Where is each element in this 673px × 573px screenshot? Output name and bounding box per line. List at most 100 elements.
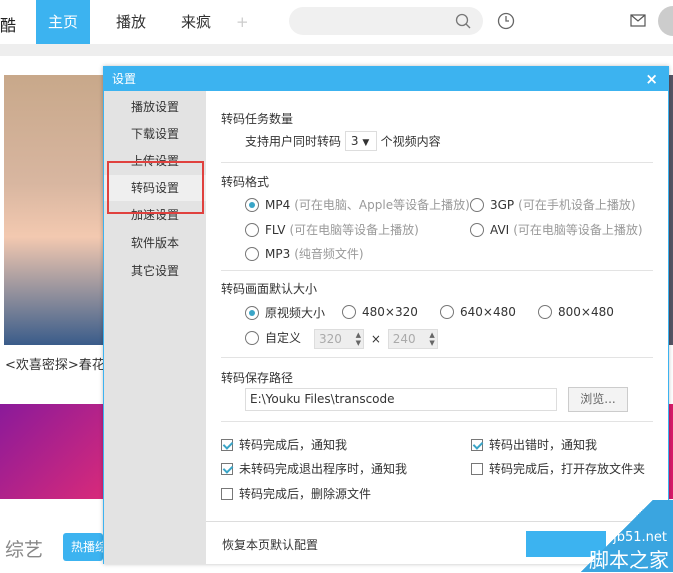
restore-defaults-button[interactable]: 恢复本页默认配置 [222,536,318,553]
option-label: MP3 [265,246,291,261]
divider [0,44,673,56]
close-icon[interactable]: × [645,67,658,91]
banner[interactable] [0,404,103,499]
option-note: (可在电脑等设备上播放) [289,223,419,237]
spinner-arrows-icon[interactable]: ▲ ▼ [429,331,434,347]
radio-icon[interactable] [245,305,259,320]
section-title: 综艺 [5,539,44,561]
task-suffix: 个视频内容 [380,134,441,149]
radio-icon[interactable] [470,222,484,237]
size-original[interactable]: 原视频大小 [245,304,325,321]
check-notify-done[interactable]: 转码完成后，通知我 [221,436,347,453]
dialog-titlebar[interactable]: 设置 [104,67,668,91]
radio-icon[interactable] [440,304,454,319]
add-tab-button[interactable]: + [224,0,261,44]
path-heading: 转码保存路径 [221,371,294,385]
task-heading: 转码任务数量 [221,112,294,126]
option-label: FLV [265,222,286,237]
check-open-folder[interactable]: 转码完成后，打开存放文件夹 [471,460,645,477]
settings-sidebar: 播放设置 下载设置 上传设置 转码设置 加速设置 软件版本 其它设置 [104,91,206,564]
radio-icon[interactable] [245,246,259,261]
option-note: (可在电脑等设备上播放) [513,223,643,237]
watermark-url: jb51.net [613,530,667,545]
search-icon[interactable] [455,13,471,29]
option-label: 480×320 [362,304,418,319]
search-input[interactable] [289,7,483,35]
format-avi[interactable]: AVI (可在电脑等设备上播放) [470,221,643,238]
size-640x480[interactable]: 640×480 [440,304,516,319]
video-poster[interactable] [4,75,104,345]
option-note: (纯音频文件) [294,247,364,261]
mail-icon[interactable] [630,14,646,27]
settings-dialog: 设置 × 播放设置 下载设置 上传设置 转码设置 加速设置 软件版本 其它设置 … [103,66,669,564]
check-notify-exit[interactable]: 未转码完成退出程序时，通知我 [221,460,407,477]
transcode-settings: 转码任务数量 支持用户同时转码 3 ▼ 个视频内容 转码格式 MP4 (可在电脑、… [206,91,668,564]
radio-icon[interactable] [470,197,484,212]
chevron-down-icon: ▼ [362,138,370,148]
history-icon[interactable] [497,12,515,30]
option-label: AVI [490,222,510,237]
radio-icon[interactable] [342,304,356,319]
spinner-arrows-icon[interactable]: ▲ ▼ [356,331,361,347]
custom-width-input[interactable]: 320 ▲ ▼ [314,329,364,349]
format-mp4[interactable]: MP4 (可在电脑、Apple等设备上播放) [245,196,470,213]
sidebar-item-download[interactable]: 下载设置 [104,121,206,147]
checkbox-label: 转码完成后，删除源文件 [239,487,372,501]
video-caption[interactable]: <欢喜密探>春花 [5,354,105,373]
option-label: 800×480 [558,304,614,319]
browse-button[interactable]: 浏览... [568,387,628,412]
sidebar-item-play[interactable]: 播放设置 [104,94,206,120]
check-delete-source[interactable]: 转码完成后，删除源文件 [221,485,371,502]
format-flv[interactable]: FLV (可在电脑等设备上播放) [245,221,419,238]
radio-icon[interactable] [245,330,259,345]
option-label: 自定义 [265,331,302,345]
option-label: 3GP [490,197,515,212]
sidebar-item-other[interactable]: 其它设置 [104,258,206,284]
format-mp3[interactable]: MP3 (纯音频文件) [245,245,364,262]
top-nav: 酷 主页 播放 来疯 + [0,0,673,44]
times-sign: × [370,332,381,346]
save-path-input[interactable]: E:\Youku Files\transcode [245,388,557,411]
checkbox[interactable] [221,438,233,451]
checkbox[interactable] [221,462,233,475]
radio-icon[interactable] [245,222,259,237]
format-heading: 转码格式 [221,175,270,189]
option-note: (可在电脑、Apple等设备上播放) [294,198,470,212]
divider [221,162,653,163]
task-count-select[interactable]: 3 ▼ [344,131,377,151]
divider [221,421,653,422]
size-480x320[interactable]: 480×320 [342,304,418,319]
width-value: 320 [319,332,342,346]
option-label: 640×480 [460,304,516,319]
checkbox[interactable] [221,487,233,500]
size-800x480[interactable]: 800×480 [538,304,614,319]
task-count-value: 3 [350,134,359,148]
divider [221,270,653,271]
option-label: MP4 [265,197,291,212]
dialog-title: 设置 [112,72,137,86]
tab-play[interactable]: 播放 [104,0,158,44]
tab-laifeng[interactable]: 来疯 [169,0,223,44]
custom-size-inputs: 320 ▲ ▼ × 240 ▲ ▼ [314,329,438,349]
radio-icon[interactable] [245,197,259,212]
custom-height-input[interactable]: 240 ▲ ▼ [387,329,438,349]
size-heading: 转码画面默认大小 [221,282,318,296]
format-3gp[interactable]: 3GP (可在手机设备上播放) [470,196,636,213]
tab-home[interactable]: 主页 [36,0,91,44]
checkbox-label: 转码完成后，打开存放文件夹 [489,462,646,476]
size-custom[interactable]: 自定义 [245,329,301,346]
checkbox[interactable] [471,462,483,475]
checkbox-label: 转码出错时，通知我 [489,438,598,452]
divider [221,357,653,358]
sidebar-item-version[interactable]: 软件版本 [104,230,206,256]
check-notify-error[interactable]: 转码出错时，通知我 [471,436,597,453]
task-prefix: 支持用户同时转码 [245,134,342,149]
option-note: (可在手机设备上播放) [518,198,636,212]
checkbox-label: 未转码完成退出程序时，通知我 [239,462,408,476]
avatar[interactable] [658,6,673,36]
watermark-name: 脚本之家 [589,548,669,572]
hot-button[interactable]: 热播综艺 [63,533,103,561]
logo: 酷 [0,16,17,35]
checkbox[interactable] [471,438,483,451]
radio-icon[interactable] [538,304,552,319]
